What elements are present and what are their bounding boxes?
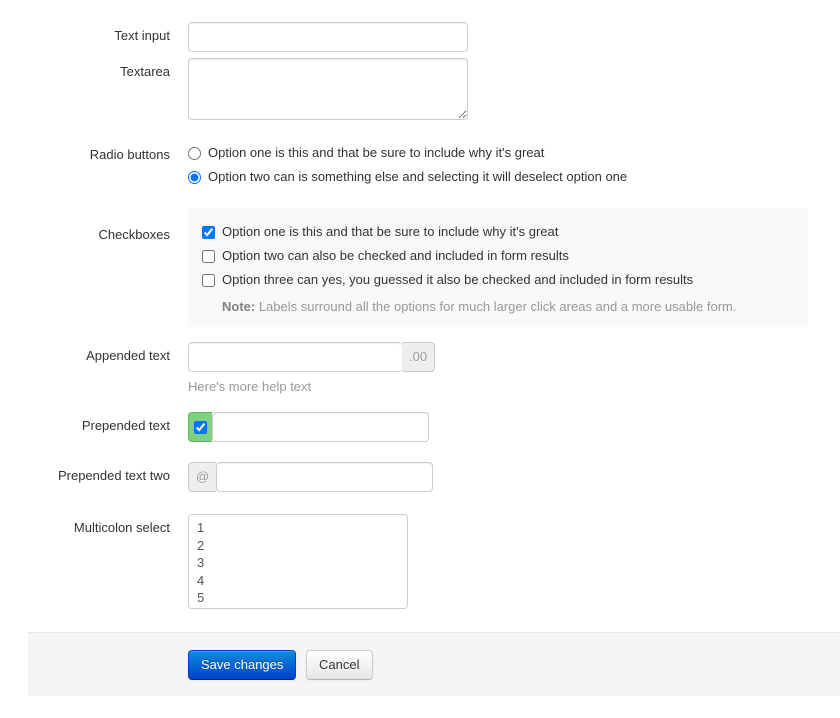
multicolon-select[interactable]: 1 2 3 4 5	[188, 514, 408, 609]
checkbox-option-three[interactable]: Option three can yes, you guessed it als…	[202, 268, 808, 292]
prepend-input-group: @	[188, 462, 840, 492]
select-option[interactable]: 3	[195, 554, 401, 572]
select-option[interactable]: 5	[195, 589, 401, 607]
checkbox-label-one: Option one is this and that be sure to i…	[222, 224, 559, 239]
checkbox-input-one[interactable]	[202, 226, 215, 239]
label-prepended-text: Prepended text	[81, 418, 170, 433]
append-input-group: .00	[188, 342, 840, 372]
radio-input-two[interactable]	[188, 171, 201, 184]
checkbox-label-three: Option three can yes, you guessed it als…	[222, 272, 694, 287]
checkbox-option-one[interactable]: Option one is this and that be sure to i…	[202, 220, 808, 244]
checkbox-well: Option one is this and that be sure to i…	[188, 208, 808, 327]
controls-textarea	[188, 48, 840, 123]
textarea-input[interactable]	[188, 58, 468, 120]
field-group-appended-text: Appended text .00 Here's more help text	[0, 330, 840, 408]
field-group-text-input: Text input	[0, 0, 840, 52]
save-button[interactable]: Save changes	[188, 650, 297, 680]
prepend-at-addon: @	[188, 462, 217, 492]
radio-label-two: Option two can is something else and sel…	[208, 169, 628, 184]
checkbox-option-two[interactable]: Option two can also be checked and inclu…	[202, 244, 808, 268]
label-checkboxes: Checkboxes	[98, 227, 170, 242]
radio-label-one: Option one is this and that be sure to i…	[208, 145, 545, 160]
select-option[interactable]: 1	[195, 519, 401, 537]
appended-text-input[interactable]	[188, 342, 402, 372]
settings-form: Text input Textarea Radio buttons Option…	[0, 0, 840, 618]
controls-appended-text: .00 Here's more help text	[188, 330, 840, 397]
select-option[interactable]: 4	[195, 572, 401, 590]
checkbox-note: Note: Labels surround all the options fo…	[202, 297, 808, 317]
field-group-prepended-text-two: Prepended text two @	[0, 458, 840, 508]
checkbox-label-two: Option two can also be checked and inclu…	[222, 248, 569, 263]
prepend-checkbox-input-group	[188, 412, 840, 442]
form-actions: Save changes Cancel	[28, 632, 840, 696]
prepended-text-two-input[interactable]	[216, 462, 434, 492]
select-option[interactable]: 2	[195, 537, 401, 555]
checkbox-input-two[interactable]	[202, 250, 215, 263]
cancel-button[interactable]: Cancel	[306, 650, 373, 680]
controls-multicolon-select: 1 2 3 4 5	[188, 508, 840, 609]
label-textarea: Textarea	[120, 64, 170, 79]
controls-text-input	[188, 0, 840, 52]
appended-text-addon: .00	[402, 342, 436, 372]
field-group-multicolon-select: Multicolon select 1 2 3 4 5	[0, 508, 840, 618]
field-group-prepended-text: Prepended text	[0, 408, 840, 458]
field-group-checkboxes: Checkboxes Option one is this and that b…	[0, 200, 840, 330]
label-text-input: Text input	[114, 28, 170, 43]
prepended-text-input[interactable]	[212, 412, 429, 442]
label-prepended-text-two: Prepended text two	[57, 468, 170, 483]
label-appended-text: Appended text	[86, 348, 170, 363]
label-multicolon-select: Multicolon select	[73, 520, 170, 535]
checkbox-input-three[interactable]	[202, 274, 215, 287]
radio-option-one[interactable]: Option one is this and that be sure to i…	[188, 141, 840, 165]
checkbox-note-text: Labels surround all the options for much…	[255, 299, 737, 314]
radio-option-two[interactable]: Option two can is something else and sel…	[188, 165, 840, 189]
prepend-checkbox-addon[interactable]	[188, 412, 212, 442]
controls-prepended-text-two: @	[188, 458, 840, 492]
prepend-addon-checkbox[interactable]	[194, 420, 207, 434]
radio-input-one[interactable]	[188, 147, 201, 160]
field-group-textarea: Textarea	[0, 48, 840, 138]
appended-text-help: Here's more help text	[188, 379, 312, 394]
checkbox-note-prefix: Note:	[222, 299, 256, 314]
controls-prepended-text	[188, 408, 840, 442]
field-group-radio-buttons: Radio buttons Option one is this and tha…	[0, 138, 840, 200]
label-radio-buttons: Radio buttons	[89, 147, 170, 162]
controls-radio-buttons: Option one is this and that be sure to i…	[188, 138, 840, 189]
